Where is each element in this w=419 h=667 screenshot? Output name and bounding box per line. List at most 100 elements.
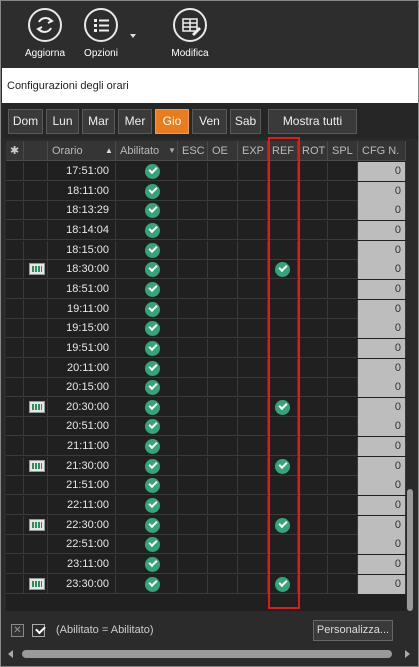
table-row[interactable]: 18:15:00 0 (6, 240, 406, 260)
rot-cell[interactable] (298, 417, 328, 437)
spl-cell[interactable] (328, 319, 358, 339)
oe-cell[interactable] (208, 535, 238, 555)
spl-cell[interactable] (328, 555, 358, 574)
vertical-scroll-thumb[interactable] (407, 489, 413, 611)
exp-cell[interactable] (238, 397, 268, 417)
exp-cell[interactable] (238, 378, 268, 398)
row-selector[interactable] (6, 220, 24, 240)
cfg-cell[interactable]: 0 (358, 279, 406, 299)
row-selector[interactable] (6, 476, 24, 496)
table-row[interactable]: 21:30:00 0 (6, 456, 406, 476)
table-row[interactable]: 23:11:00 0 (6, 555, 406, 574)
enabled-cell[interactable] (116, 338, 178, 358)
exp-cell[interactable] (238, 279, 268, 299)
exp-cell[interactable] (238, 476, 268, 496)
oe-cell[interactable] (208, 555, 238, 574)
esc-cell[interactable] (178, 574, 208, 594)
esc-cell[interactable] (178, 162, 208, 181)
time-cell[interactable]: 21:51:00 (48, 476, 116, 496)
esc-cell[interactable] (178, 378, 208, 398)
oe-cell[interactable] (208, 496, 238, 516)
enabled-cell[interactable] (116, 279, 178, 299)
time-cell[interactable]: 20:30:00 (48, 397, 116, 417)
esc-cell[interactable] (178, 240, 208, 260)
table-row[interactable]: 23:30:00 0 (6, 574, 406, 594)
spl-cell[interactable] (328, 279, 358, 299)
esc-cell[interactable] (178, 555, 208, 574)
time-cell[interactable]: 22:30:00 (48, 515, 116, 535)
rot-cell[interactable] (298, 220, 328, 240)
rot-cell[interactable] (298, 260, 328, 280)
header-orario[interactable]: Orario ▲ (48, 141, 116, 161)
oe-cell[interactable] (208, 260, 238, 280)
time-cell[interactable]: 18:11:00 (48, 181, 116, 201)
cfg-cell[interactable]: 0 (358, 378, 406, 398)
row-selector[interactable] (6, 397, 24, 417)
time-cell[interactable]: 21:11:00 (48, 437, 116, 457)
oe-cell[interactable] (208, 456, 238, 476)
esc-cell[interactable] (178, 496, 208, 516)
spl-cell[interactable] (328, 358, 358, 378)
table-row[interactable]: 18:14:04 0 (6, 220, 406, 240)
cfg-cell[interactable]: 0 (358, 338, 406, 358)
spl-cell[interactable] (328, 378, 358, 398)
cfg-cell[interactable]: 0 (358, 162, 406, 181)
cfg-cell[interactable]: 0 (358, 319, 406, 339)
row-selector[interactable] (6, 201, 24, 221)
table-row[interactable]: 18:51:00 0 (6, 279, 406, 299)
rot-cell[interactable] (298, 319, 328, 339)
spl-cell[interactable] (328, 240, 358, 260)
exp-cell[interactable] (238, 535, 268, 555)
table-row[interactable]: 22:51:00 0 (6, 535, 406, 555)
enabled-cell[interactable] (116, 574, 178, 594)
row-selector[interactable] (6, 260, 24, 280)
time-cell[interactable]: 19:11:00 (48, 299, 116, 319)
table-row[interactable]: 18:11:00 0 (6, 181, 406, 201)
rot-cell[interactable] (298, 358, 328, 378)
enabled-cell[interactable] (116, 181, 178, 201)
header-esc[interactable]: ESC (178, 141, 208, 161)
table-row[interactable]: 21:51:00 0 (6, 476, 406, 496)
exp-cell[interactable] (238, 319, 268, 339)
enabled-cell[interactable] (116, 201, 178, 221)
show-all-button[interactable]: Mostra tutti (268, 109, 357, 134)
header-oe[interactable]: OE (208, 141, 238, 161)
oe-cell[interactable] (208, 201, 238, 221)
enabled-cell[interactable] (116, 319, 178, 339)
time-cell[interactable]: 19:15:00 (48, 319, 116, 339)
rot-cell[interactable] (298, 555, 328, 574)
header-exp[interactable]: EXP (238, 141, 268, 161)
spl-cell[interactable] (328, 181, 358, 201)
row-selector[interactable] (6, 319, 24, 339)
esc-cell[interactable] (178, 456, 208, 476)
chevron-down-icon[interactable] (130, 34, 136, 38)
table-row[interactable]: 22:30:00 0 (6, 515, 406, 535)
scroll-right-icon[interactable] (405, 650, 410, 658)
rot-cell[interactable] (298, 397, 328, 417)
spl-cell[interactable] (328, 338, 358, 358)
day-button-mar[interactable]: Mar (82, 109, 115, 134)
enabled-cell[interactable] (116, 397, 178, 417)
spl-cell[interactable] (328, 456, 358, 476)
cfg-cell[interactable]: 0 (358, 417, 406, 437)
row-selector[interactable] (6, 496, 24, 516)
day-button-mer[interactable]: Mer (118, 109, 152, 134)
spl-cell[interactable] (328, 417, 358, 437)
esc-cell[interactable] (178, 201, 208, 221)
time-cell[interactable]: 20:11:00 (48, 358, 116, 378)
time-cell[interactable]: 22:51:00 (48, 535, 116, 555)
cfg-cell[interactable]: 0 (358, 240, 406, 260)
day-button-lun[interactable]: Lun (46, 109, 79, 134)
clear-filter-icon[interactable]: ✕ (11, 624, 24, 637)
rot-cell[interactable] (298, 456, 328, 476)
exp-cell[interactable] (238, 456, 268, 476)
table-row[interactable]: 18:13:29 0 (6, 201, 406, 221)
oe-cell[interactable] (208, 378, 238, 398)
exp-cell[interactable] (238, 574, 268, 594)
oe-cell[interactable] (208, 515, 238, 535)
rot-cell[interactable] (298, 181, 328, 201)
cfg-cell[interactable]: 0 (358, 397, 406, 417)
cfg-cell[interactable]: 0 (358, 220, 406, 240)
row-selector[interactable] (6, 162, 24, 181)
exp-cell[interactable] (238, 515, 268, 535)
